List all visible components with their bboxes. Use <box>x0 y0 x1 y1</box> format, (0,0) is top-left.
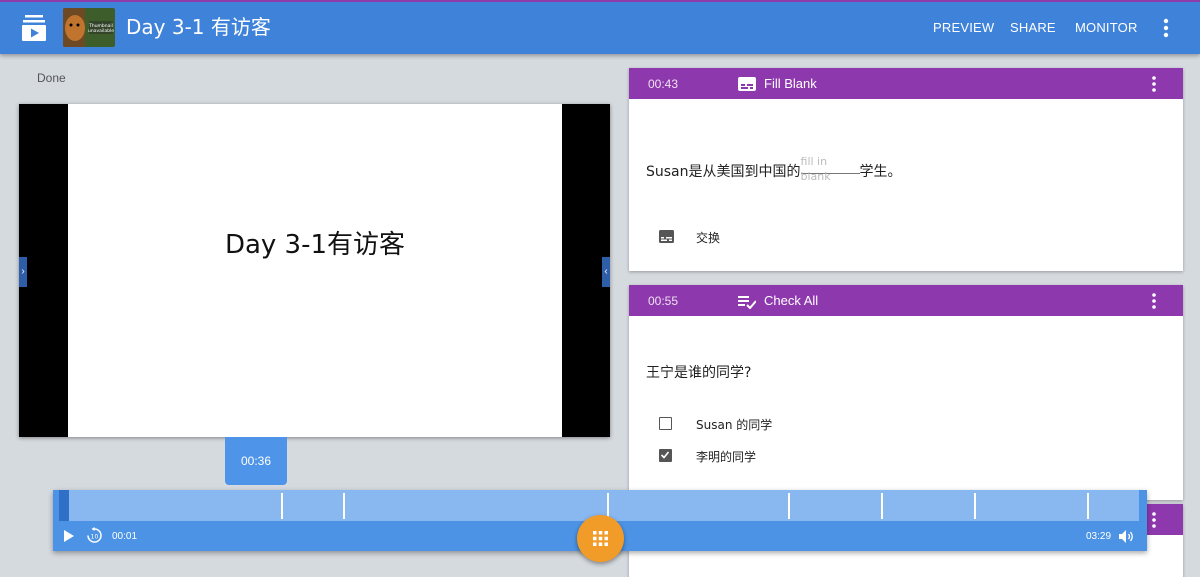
volume-icon[interactable] <box>1119 530 1135 543</box>
collapse-right-icon[interactable]: ‹ <box>602 257 610 287</box>
playhead[interactable] <box>59 490 69 521</box>
preview-button[interactable]: PREVIEW <box>933 20 994 35</box>
play-icon[interactable] <box>63 530 75 542</box>
card-header: 00:55 Check All <box>629 285 1183 316</box>
question-text: 王宁是谁的同学? <box>646 365 752 381</box>
question-time: 00:55 <box>648 294 679 308</box>
option-label: Susan 的同学 <box>696 418 773 432</box>
question-text: Susan是从美国到中国的fill in blank 学生。 <box>646 154 902 183</box>
question-time: 00:43 <box>648 77 679 91</box>
replay-10-icon[interactable]: 10 <box>86 527 103 544</box>
video-player[interactable]: Day 3-1有访客 › ‹ <box>19 104 610 437</box>
share-button[interactable]: SHARE <box>1010 20 1056 35</box>
more-vert-icon[interactable] <box>1149 511 1159 529</box>
option-label: 李明的同学 <box>696 450 757 464</box>
checkbox-checked-icon[interactable] <box>659 449 672 462</box>
playlist-check-icon <box>738 296 756 309</box>
elapsed-time: 00:01 <box>112 531 138 542</box>
slide-title: Day 3-1有访客 <box>224 230 406 260</box>
question-marker[interactable] <box>1087 493 1089 519</box>
subtitles-icon <box>659 230 674 243</box>
checkbox-unchecked-icon[interactable] <box>659 417 672 430</box>
question-type: Check All <box>764 293 819 308</box>
svg-text:10: 10 <box>91 534 99 541</box>
add-question-button[interactable] <box>577 515 624 562</box>
total-duration: 03:29 <box>1086 531 1112 542</box>
top-app-bar: Thumbnail unavailable Day 3-1 有访客 PREVIE… <box>0 0 1200 54</box>
more-vert-icon[interactable] <box>1158 17 1174 39</box>
video-frame: Day 3-1有访客 <box>68 104 562 437</box>
current-time-bubble: 00:36 <box>225 437 287 485</box>
lesson-thumbnail: Thumbnail unavailable <box>63 8 115 47</box>
playlist-video-icon[interactable] <box>22 15 46 41</box>
question-marker[interactable] <box>974 493 976 519</box>
monitor-button[interactable]: MONITOR <box>1075 20 1138 35</box>
subtitles-icon <box>738 77 756 91</box>
question-marker[interactable] <box>881 493 883 519</box>
more-vert-icon[interactable] <box>1149 292 1159 310</box>
question-marker[interactable] <box>343 493 345 519</box>
question-marker[interactable] <box>788 493 790 519</box>
question-marker[interactable] <box>281 493 283 519</box>
expand-left-icon[interactable]: › <box>19 257 27 287</box>
svg-text:unavailable: unavailable <box>88 28 114 34</box>
fill-blank-input[interactable]: fill in blank <box>800 154 860 183</box>
apps-grid-icon <box>593 531 608 546</box>
page-title: Day 3-1 有访客 <box>126 15 271 39</box>
card-header: 00:43 Fill Blank <box>629 68 1183 99</box>
question-card-check-all[interactable]: 00:55 Check All 王宁是谁的同学? Susan 的同学 李明的同学 <box>629 285 1183 500</box>
question-type: Fill Blank <box>764 76 817 91</box>
status-label: Done <box>37 71 66 85</box>
answer-label: 交换 <box>696 231 721 245</box>
question-card-fill-blank[interactable]: 00:43 Fill Blank Susan是从美国到中国的fill in bl… <box>629 68 1183 271</box>
more-vert-icon[interactable] <box>1149 75 1159 93</box>
